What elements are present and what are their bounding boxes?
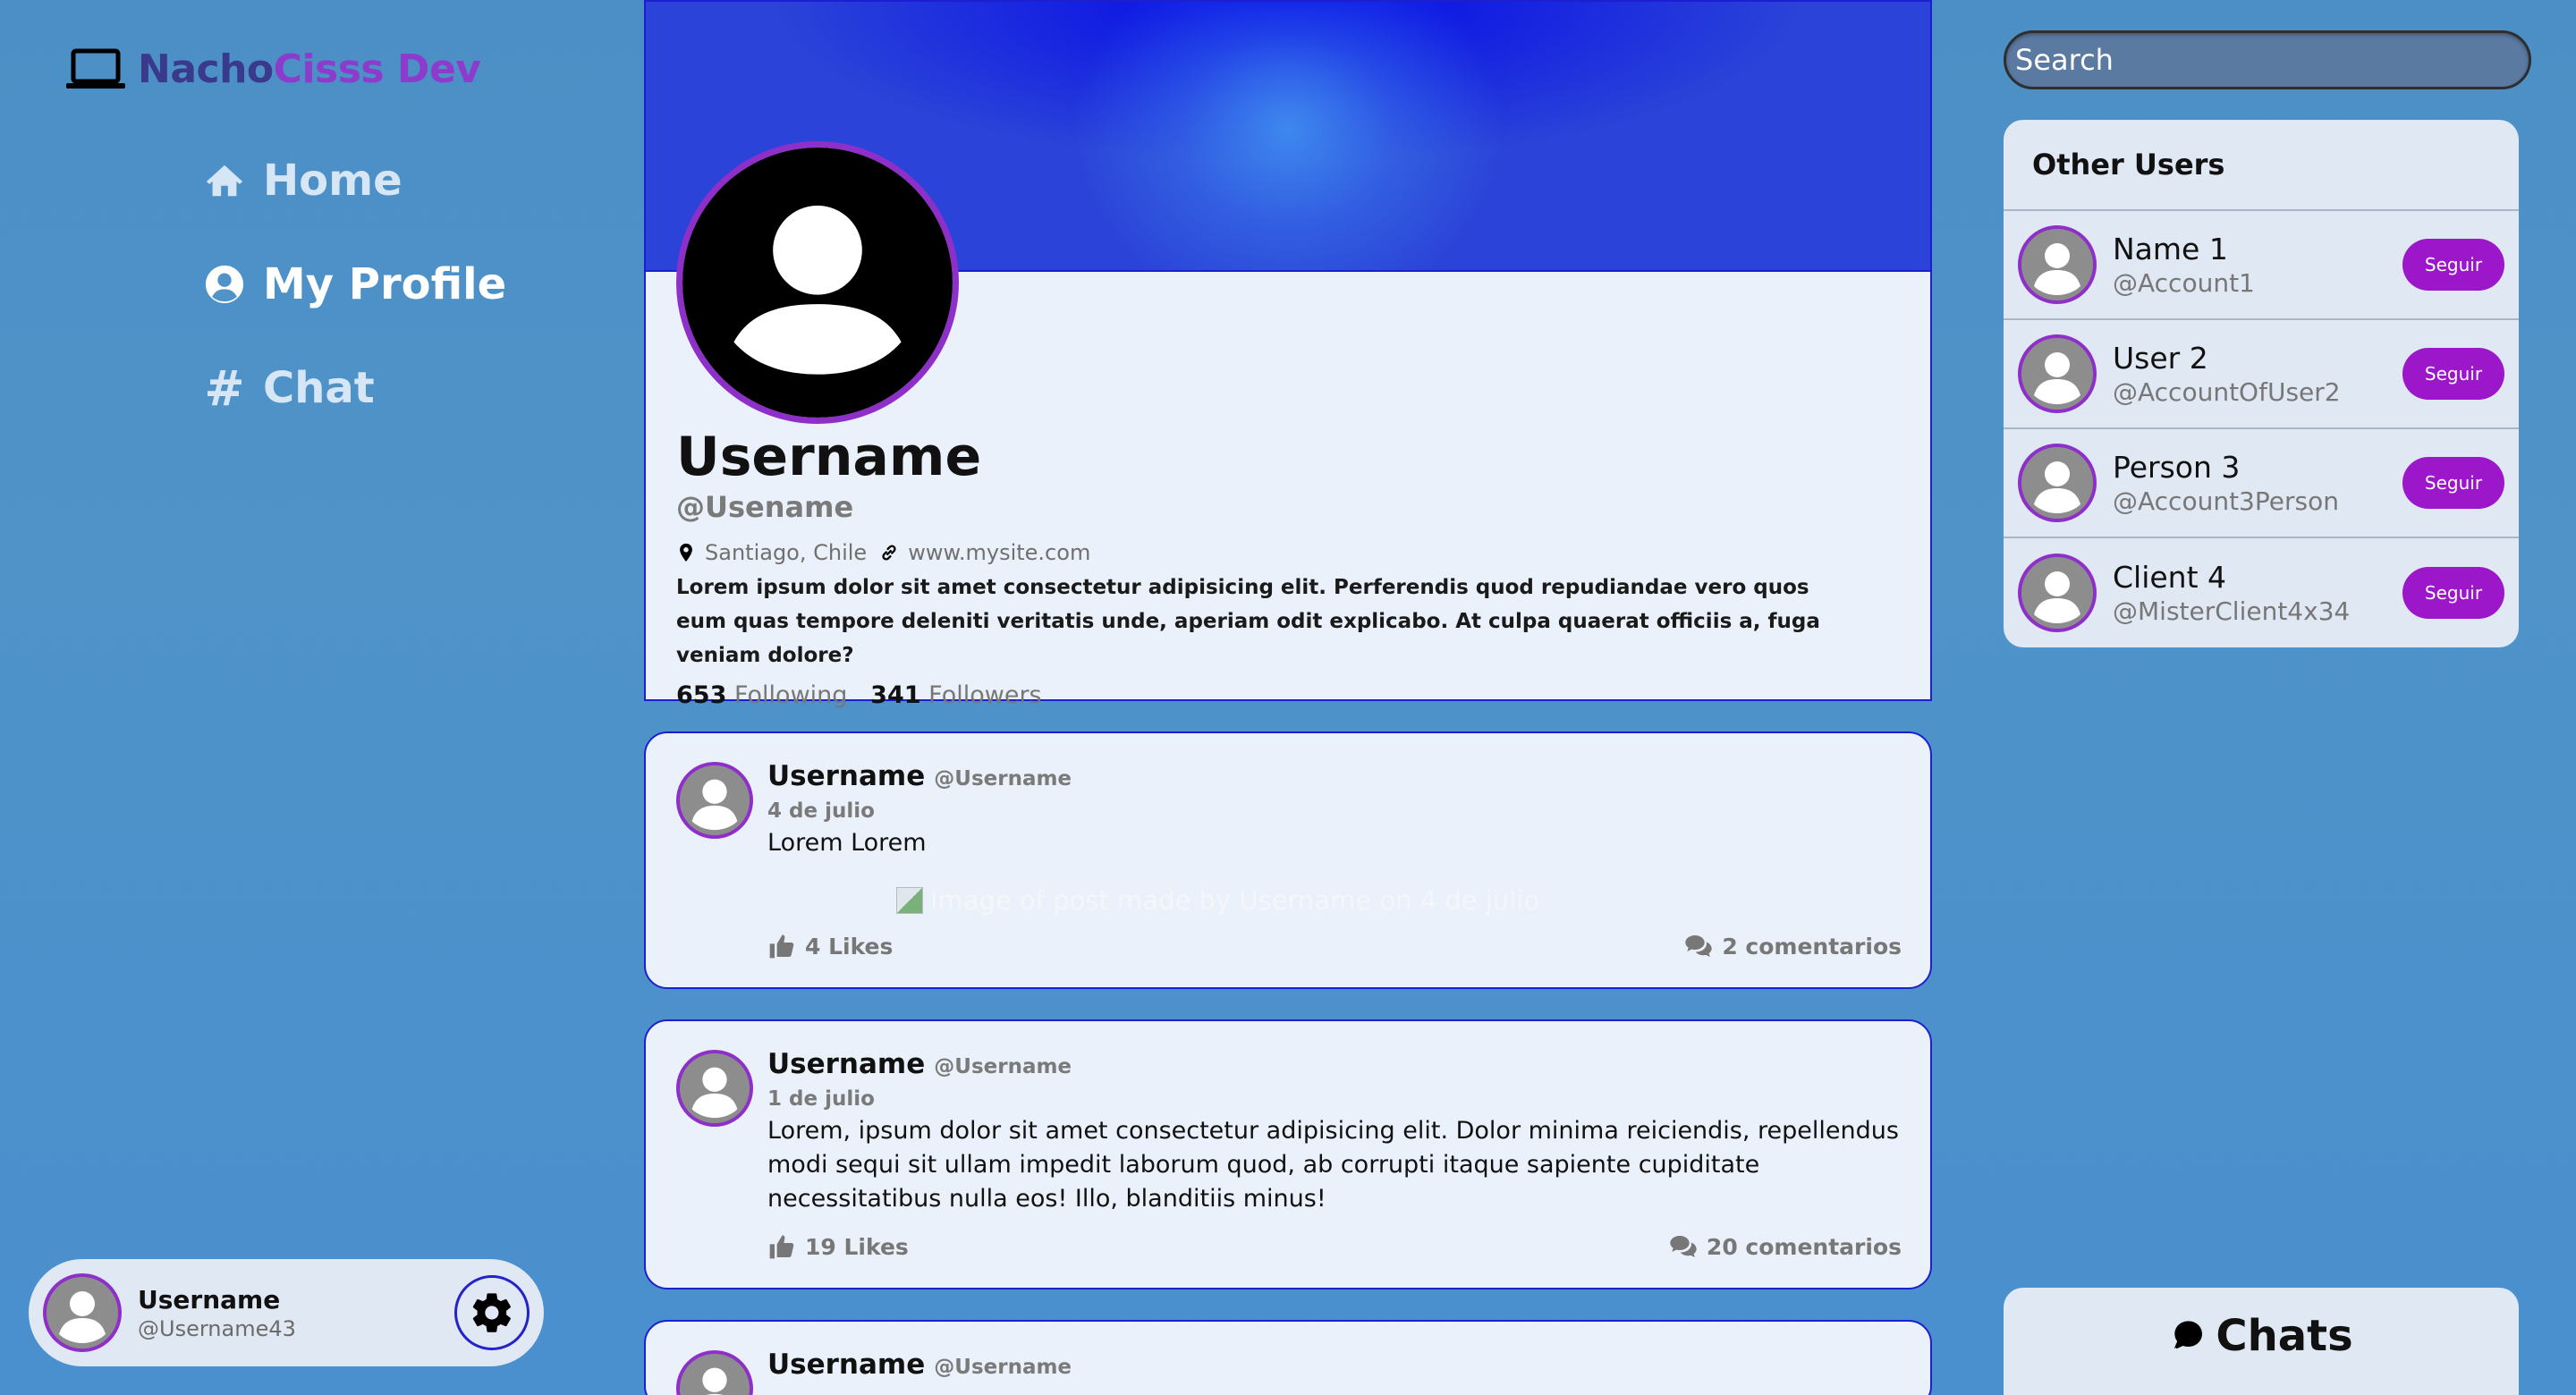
comment-count: 2 comentarios <box>1722 933 1902 960</box>
post-author-name[interactable]: Username <box>767 760 925 792</box>
profile-handle: @Usename <box>676 490 854 524</box>
user-list-item[interactable]: User 2 @AccountOfUser2 Seguir <box>2004 320 2519 429</box>
profile-bio: Lorem ipsum dolor sit amet consectetur a… <box>676 576 1820 667</box>
user-list-item[interactable]: Person 3 @Account3Person Seguir <box>2004 429 2519 538</box>
search-input[interactable] <box>2004 30 2531 89</box>
nav-label-home: Home <box>263 156 402 206</box>
chats-label: Chats <box>2216 1311 2353 1361</box>
post-avatar[interactable] <box>676 1050 753 1127</box>
settings-button[interactable] <box>454 1275 530 1350</box>
like-button[interactable]: 19 Likes <box>767 1232 909 1261</box>
comments-icon <box>1670 1236 1697 1257</box>
user-name: Person 3 <box>2113 450 2241 485</box>
follow-button[interactable]: Seguir <box>2402 239 2504 291</box>
user-handle: @AccountOfUser2 <box>2113 377 2341 407</box>
follow-button[interactable]: Seguir <box>2402 567 2504 619</box>
profile-name: Username <box>676 426 982 488</box>
brand-name: NachoCisss Dev <box>138 46 481 92</box>
chats-button[interactable]: Chats <box>2004 1288 2519 1395</box>
current-user-name: Username <box>138 1284 281 1315</box>
current-user-handle: @Username43 <box>138 1315 296 1341</box>
chat-bubble-icon <box>2169 1321 2203 1354</box>
post-image-alt: Image of post made by Username on 4 de j… <box>930 885 1540 916</box>
brand-logo[interactable]: NachoCisss Dev <box>64 46 481 92</box>
profile-stats: 653 Following 341 Followers <box>676 681 1902 709</box>
main-nav: Home My Profile # Chat <box>202 154 506 465</box>
comments-icon <box>1685 935 1712 957</box>
current-user-card[interactable]: Username @Username43 <box>29 1259 544 1366</box>
nav-label-my-profile: My Profile <box>263 259 507 309</box>
following-label[interactable]: Following <box>734 681 847 709</box>
post-avatar[interactable] <box>676 762 753 839</box>
post-card[interactable]: Username @Username <box>644 1320 1932 1395</box>
post-avatar[interactable] <box>676 1350 753 1395</box>
avatar <box>2018 444 2097 522</box>
post-date: 1 de julio <box>767 1087 875 1111</box>
profile-location: Santiago, Chile <box>676 540 867 565</box>
profile-card: Username @Usename Santiago, Chile www.my… <box>644 0 1932 709</box>
followers-count[interactable]: 341 <box>870 681 920 709</box>
follow-button[interactable]: Seguir <box>2402 348 2504 400</box>
post-card[interactable]: Username @Username 4 de julio Lorem Lore… <box>644 731 1932 989</box>
avatar <box>2018 554 2097 632</box>
nav-item-chat[interactable]: # Chat <box>202 359 506 417</box>
nav-item-home[interactable]: Home <box>202 154 506 207</box>
hashtag-icon: # <box>204 359 245 417</box>
user-name: Client 4 <box>2113 560 2227 595</box>
home-icon <box>202 158 247 203</box>
post-image[interactable]: Image of post made by Username on 4 de j… <box>896 885 1902 916</box>
post-author-name[interactable]: Username <box>767 1048 925 1080</box>
avatar <box>2018 334 2097 413</box>
comments-button[interactable]: 20 comentarios <box>1669 1232 1902 1261</box>
nav-label-chat: Chat <box>263 363 375 413</box>
thumbs-up-icon <box>769 934 794 959</box>
like-button[interactable]: 4 Likes <box>767 932 893 960</box>
main-feed: Username @Usename Santiago, Chile www.my… <box>644 0 1932 1395</box>
link-icon <box>882 545 896 561</box>
comment-count: 20 comentarios <box>1706 1233 1902 1260</box>
other-users-title: Other Users <box>2004 120 2519 211</box>
post-author-handle: @Username <box>934 1055 1072 1078</box>
post-author-name[interactable]: Username <box>767 1348 925 1381</box>
following-count[interactable]: 653 <box>676 681 726 709</box>
avatar <box>2018 225 2097 304</box>
laptop-icon <box>66 48 125 89</box>
map-pin-icon <box>680 543 692 562</box>
profile-website[interactable]: www.mysite.com <box>879 540 1090 565</box>
user-handle: @MisterClient4x34 <box>2113 596 2351 626</box>
comments-button[interactable]: 2 comentarios <box>1684 932 1902 960</box>
post-date: 4 de julio <box>767 799 875 823</box>
user-handle: @Account3Person <box>2113 486 2339 516</box>
profile-avatar[interactable] <box>676 141 959 424</box>
gear-icon <box>472 1293 511 1332</box>
other-users-panel: Other Users Name 1 @Account1 Seguir User… <box>2004 120 2519 647</box>
website-link[interactable]: www.mysite.com <box>908 540 1090 565</box>
post-author-handle: @Username <box>934 767 1072 790</box>
user-list-item[interactable]: Client 4 @MisterClient4x34 Seguir <box>2004 538 2519 647</box>
post-card[interactable]: Username @Username 1 de julio Lorem, ips… <box>644 1019 1932 1289</box>
avatar <box>43 1273 122 1352</box>
location-text: Santiago, Chile <box>705 540 868 565</box>
post-author-handle: @Username <box>934 1356 1072 1379</box>
follow-button[interactable]: Seguir <box>2402 457 2504 509</box>
user-circle-icon <box>202 262 247 307</box>
nav-item-my-profile[interactable]: My Profile <box>202 258 506 311</box>
followers-label[interactable]: Followers <box>928 681 1041 709</box>
user-name: User 2 <box>2113 341 2208 376</box>
like-count: 4 Likes <box>805 933 894 960</box>
like-count: 19 Likes <box>805 1233 909 1260</box>
post-text: Lorem, ipsum dolor sit amet consectetur … <box>767 1117 1899 1213</box>
broken-image-icon <box>896 887 923 914</box>
user-list-item[interactable]: Name 1 @Account1 Seguir <box>2004 211 2519 320</box>
thumbs-up-icon <box>769 1235 794 1259</box>
post-text: Lorem Lorem <box>767 829 927 857</box>
user-handle: @Account1 <box>2113 268 2255 298</box>
user-name: Name 1 <box>2113 232 2228 266</box>
